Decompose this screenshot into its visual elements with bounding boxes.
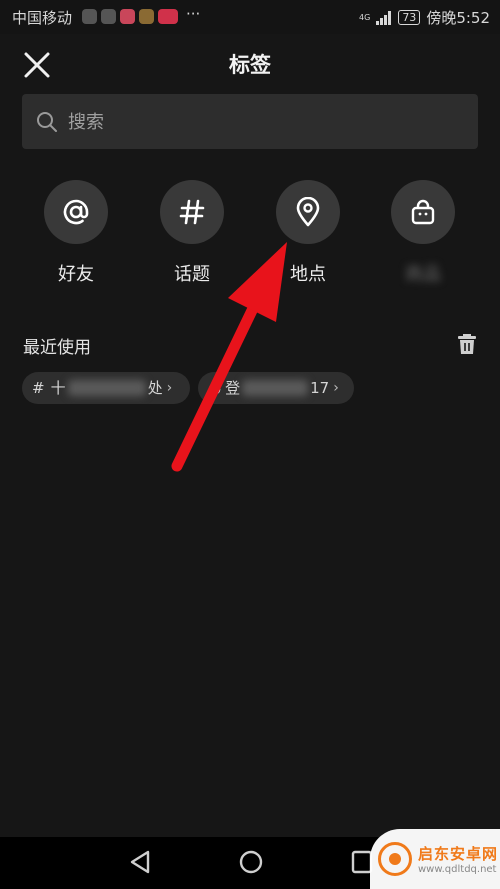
hash-icon xyxy=(179,199,205,225)
back-icon[interactable] xyxy=(128,849,152,875)
more-notifications-icon: ··· xyxy=(186,5,201,23)
category-label: 好友 xyxy=(58,264,94,285)
redacted-text xyxy=(67,380,146,396)
carrier-name: 中国移动 xyxy=(12,9,73,27)
category-friends[interactable]: 好友 xyxy=(26,180,126,286)
category-label: 话题 xyxy=(174,264,210,285)
recent-section-title: 最近使用 xyxy=(23,338,91,358)
app-notification-icon xyxy=(120,9,135,24)
app-notification-icon xyxy=(101,9,116,24)
at-icon xyxy=(63,199,89,225)
location-pin-icon xyxy=(296,197,320,227)
app-notification-icon xyxy=(158,9,178,24)
search-input[interactable] xyxy=(66,94,470,151)
signal-icon xyxy=(376,10,392,25)
page-title: 标签 xyxy=(229,53,271,77)
category-topics[interactable]: 话题 xyxy=(142,180,242,286)
clock: 傍晚5:52 xyxy=(426,9,490,27)
trash-icon[interactable] xyxy=(457,333,477,355)
notification-icons xyxy=(82,9,178,24)
chip-prefix: ○ xyxy=(208,379,222,397)
shopping-bag-icon xyxy=(411,199,435,225)
home-icon[interactable] xyxy=(238,849,264,875)
watermark-name: 启东安卓网 xyxy=(418,845,499,863)
site-watermark: 启东安卓网 www.qdltdq.net xyxy=(370,829,500,889)
search-bar[interactable] xyxy=(22,94,478,151)
battery-indicator: 73 xyxy=(398,10,421,25)
category-location[interactable]: 地点 xyxy=(258,180,358,286)
category-label: 商品 xyxy=(405,264,441,285)
chip-text-start: 登 xyxy=(225,379,241,397)
app-notification-icon xyxy=(139,9,154,24)
status-bar: 中国移动 ··· 4G 73 傍晚5:52 xyxy=(0,0,500,34)
category-products[interactable]: 商品 xyxy=(373,180,473,286)
chip-text-start: 十 xyxy=(50,379,66,397)
search-icon xyxy=(37,112,57,132)
chip-prefix: # xyxy=(32,379,45,397)
chevron-right-icon: › xyxy=(333,380,339,396)
app-notification-icon xyxy=(82,9,97,24)
category-label: 地点 xyxy=(290,264,326,285)
watermark-logo-icon xyxy=(378,842,412,876)
recent-tag-chip[interactable]: # 十 处 › xyxy=(22,372,190,404)
recent-tag-chip[interactable]: ○ 登 17 › xyxy=(198,372,354,404)
chip-text-end: 处 xyxy=(147,379,163,397)
network-type: 4G xyxy=(359,12,371,22)
chip-text-end: 17 xyxy=(310,379,330,397)
chevron-right-icon: › xyxy=(166,380,173,396)
header: 标签 xyxy=(0,34,500,94)
redacted-text xyxy=(242,380,309,396)
watermark-url: www.qdltdq.net xyxy=(418,864,497,875)
